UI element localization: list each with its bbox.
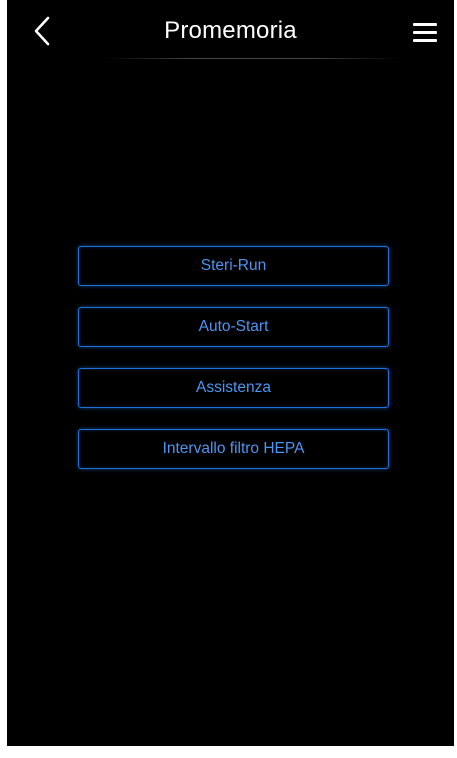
hamburger-menu-icon	[413, 39, 437, 42]
app-screen: Promemoria Steri-Run Auto-Start Assisten…	[7, 0, 454, 746]
hamburger-menu-icon	[413, 23, 437, 26]
header-bar: Promemoria	[7, 0, 454, 62]
auto-start-button[interactable]: Auto-Start	[78, 307, 389, 347]
menu-button[interactable]	[410, 20, 440, 46]
page-title: Promemoria	[164, 17, 297, 44]
steri-run-button[interactable]: Steri-Run	[78, 246, 389, 286]
hepa-filter-interval-button[interactable]: Intervallo filtro HEPA	[78, 429, 389, 469]
title-underline	[104, 58, 401, 59]
reminder-options-list: Steri-Run Auto-Start Assistenza Interval…	[78, 246, 389, 490]
assistenza-button[interactable]: Assistenza	[78, 368, 389, 408]
hamburger-menu-icon	[413, 31, 437, 34]
